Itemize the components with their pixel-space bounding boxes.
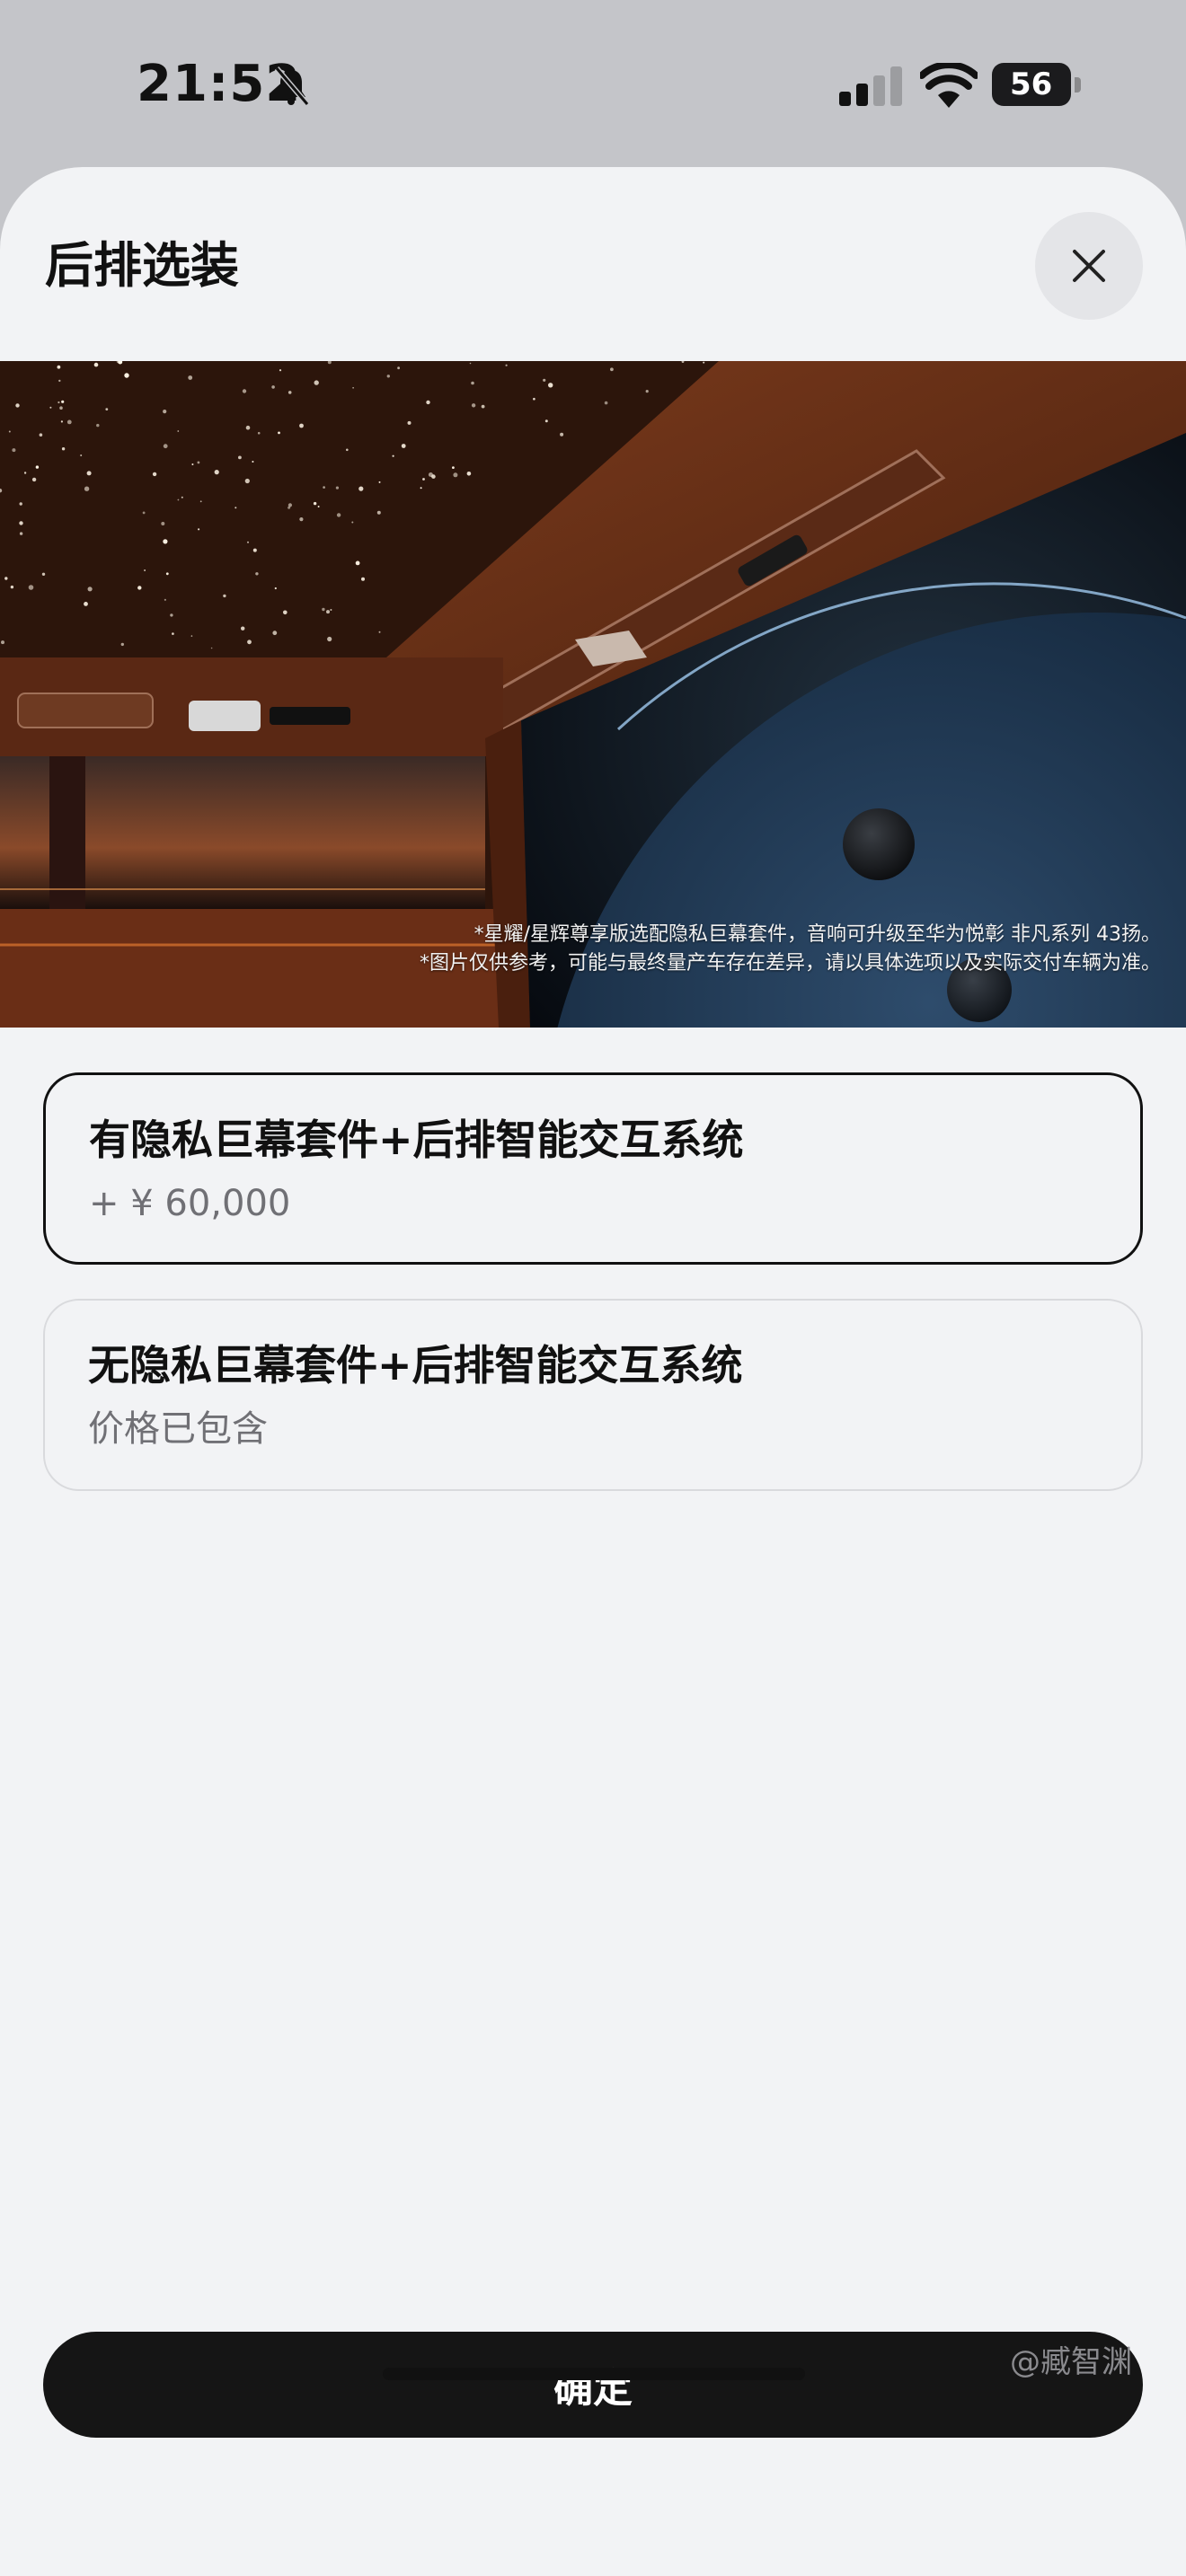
confirm-button[interactable]: 确定	[43, 2332, 1143, 2438]
option-with-privacy-screen[interactable]: 有隐私巨幕套件+后排智能交互系统 + ¥ 60,000	[43, 1072, 1143, 1265]
wifi-icon	[920, 63, 978, 108]
home-indicator	[383, 2368, 805, 2380]
option-without-privacy-screen[interactable]: 无隐私巨幕套件+后排智能交互系统 价格已包含	[43, 1299, 1143, 1491]
option-title: 无隐私巨幕套件+后排智能交互系统	[88, 1341, 743, 1389]
image-caption-line2: *图片仅供参考，可能与最终量产车存在差异，请以具体选项以及实际交付车辆为准。	[419, 952, 1161, 975]
image-caption-line1: *星耀/星辉尊享版选配隐私巨幕套件，音响可升级至华为悦彰 非凡系列 43扬。	[474, 923, 1161, 946]
status-bar: 21:52 56	[0, 0, 1186, 167]
option-price: + ¥ 60,000	[89, 1183, 291, 1224]
option-title: 有隐私巨幕套件+后排智能交互系统	[89, 1116, 744, 1164]
watermark: @臧智渊	[1010, 2344, 1132, 2380]
cellular-signal-icon	[839, 66, 902, 106]
sheet-title: 后排选装	[45, 237, 239, 294]
battery-cap	[1075, 77, 1081, 93]
interior-image: *星耀/星辉尊享版选配隐私巨幕套件，音响可升级至华为悦彰 非凡系列 43扬。 *…	[0, 361, 1186, 1028]
option-price: 价格已包含	[88, 1408, 268, 1450]
battery-icon: 56	[992, 63, 1071, 106]
close-button[interactable]	[1035, 212, 1143, 320]
bell-slash-icon	[274, 66, 310, 106]
rear-options-sheet: 后排选装 *星耀/星辉尊享版选配隐私巨幕套件，音响可升级至华为悦彰 非凡系列 4…	[0, 167, 1186, 2576]
close-icon	[1073, 250, 1105, 282]
